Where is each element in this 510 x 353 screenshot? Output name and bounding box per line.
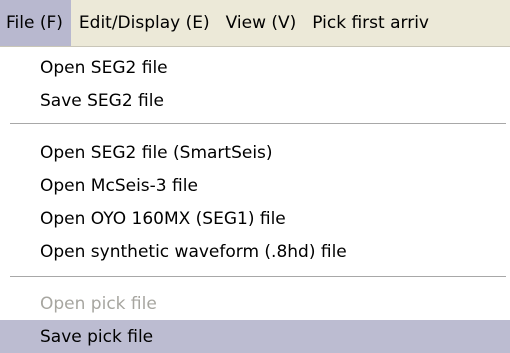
menu-item-save-pick-file[interactable]: Save pick file <box>0 320 510 353</box>
menu-pick-first-arrival[interactable]: Pick first arriv <box>304 0 437 46</box>
menu-item-open-oyo-160mx[interactable]: Open OYO 160MX (SEG1) file <box>0 202 510 235</box>
menu-item-open-synthetic-waveform[interactable]: Open synthetic waveform (.8hd) file <box>0 235 510 268</box>
menu-item-save-seg2[interactable]: Save SEG2 file <box>0 84 510 117</box>
menu-edit-display[interactable]: Edit/Display (E) <box>71 0 218 46</box>
menu-separator <box>10 276 506 278</box>
menu-item-open-mcseis3[interactable]: Open McSeis-3 file <box>0 169 510 202</box>
file-menu-dropdown: Open SEG2 file Save SEG2 file Open SEG2 … <box>0 47 510 353</box>
menu-separator <box>10 123 506 125</box>
menu-item-open-seg2[interactable]: Open SEG2 file <box>0 51 510 84</box>
menu-file[interactable]: File (F) <box>0 0 71 46</box>
menu-item-open-seg2-smartseis[interactable]: Open SEG2 file (SmartSeis) <box>0 136 510 169</box>
menu-view[interactable]: View (V) <box>218 0 305 46</box>
menu-bar: File (F) Edit/Display (E) View (V) Pick … <box>0 0 510 47</box>
menu-item-open-pick-file: Open pick file <box>40 293 157 314</box>
